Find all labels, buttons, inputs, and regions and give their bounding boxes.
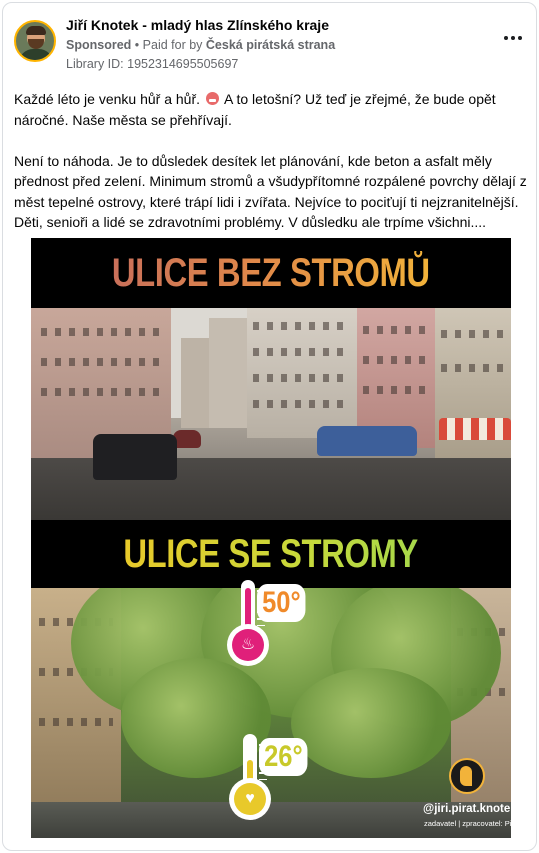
meta-separator: •	[134, 38, 140, 52]
pirate-party-logo	[449, 758, 485, 794]
street-without-trees-photo	[31, 308, 511, 520]
more-horizontal-icon	[504, 36, 508, 40]
post-text: Každé léto je venku hůř a hůř. A to leto…	[14, 89, 530, 233]
post-header: Jiří Knotek - mladý hlas Zlínského kraje…	[13, 17, 528, 73]
sponsor-line: Sponsored • Paid for by Česká pirátská s…	[66, 38, 335, 52]
instagram-handle: @jiri.pirat.knotek	[423, 803, 511, 815]
temperature-cool: 26°	[259, 738, 308, 776]
creative-credits: zadavatel | zpracovatel: Piráti	[424, 819, 511, 828]
ad-creative-image[interactable]: ULICE BEZ STROMŮ ULICE SE STROMY ♨ 50° ♥…	[31, 238, 511, 838]
ad-card: Jiří Knotek - mladý hlas Zlínského kraje…	[2, 2, 537, 851]
library-id: Library ID: 1952314695505697	[66, 57, 239, 71]
sponsored-label: Sponsored	[66, 38, 132, 52]
angry-face-emoji-icon	[205, 92, 219, 105]
post-paragraph-1-start: Každé léto je venku hůř a hůř.	[14, 91, 201, 107]
post-paragraph-1: Každé léto je venku hůř a hůř. A to leto…	[14, 89, 530, 130]
more-options-button[interactable]	[502, 31, 524, 45]
flame-icon: ♨	[240, 636, 256, 653]
title-with-trees: ULICE SE STROMY	[123, 531, 419, 576]
page-avatar[interactable]	[14, 20, 56, 62]
thermometer-hot: ♨ 50°	[227, 580, 337, 670]
thermometer-cool: ♥ 26°	[229, 734, 339, 824]
temperature-hot: 50°	[257, 584, 306, 622]
paid-for-label: Paid for by	[142, 38, 203, 52]
payer-link[interactable]: Česká pirátská strana	[206, 38, 335, 52]
heart-icon: ♥	[245, 790, 255, 807]
title-no-trees: ULICE BEZ STROMŮ	[112, 250, 430, 295]
title-band-bottom: ULICE SE STROMY	[31, 520, 511, 588]
post-paragraph-2: Není to náhoda. Je to důsledek desítek l…	[14, 152, 527, 231]
page-name[interactable]: Jiří Knotek - mladý hlas Zlínského kraje	[66, 17, 329, 33]
title-band-top: ULICE BEZ STROMŮ	[31, 238, 511, 308]
